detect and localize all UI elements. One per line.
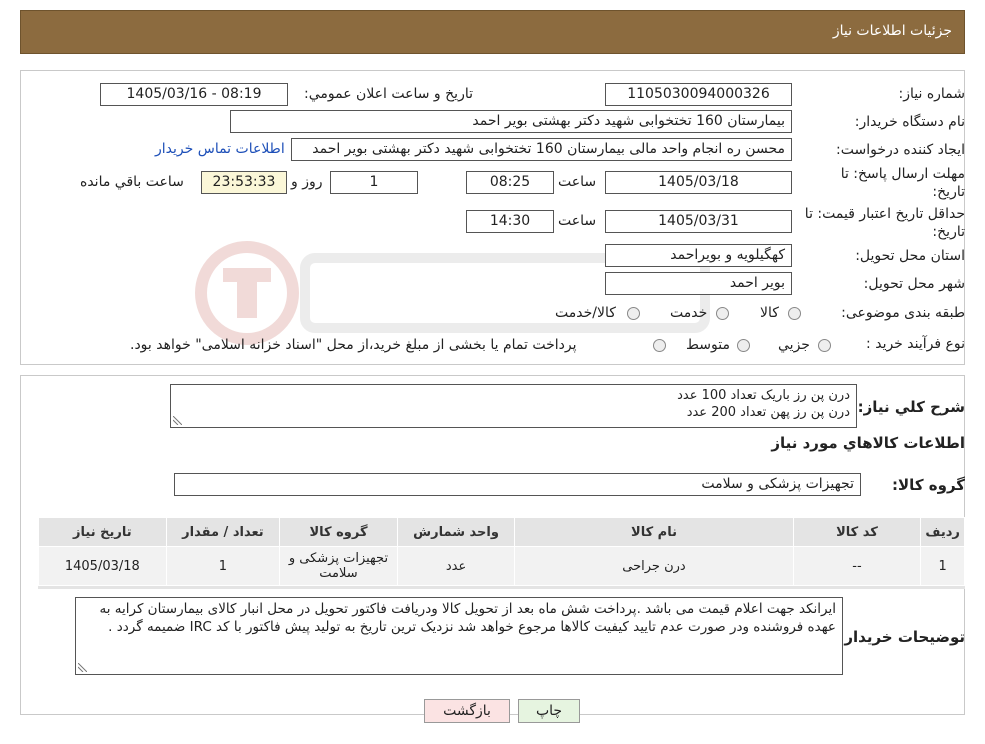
purchase-option-minor: جزيي [778,337,810,353]
category-label: طبقه بندی موضوعی: [841,305,965,321]
cell-row-no: 1 [920,546,965,586]
announce-label: تاریخ و ساعت اعلان عمومي: [304,86,473,102]
deadline-time-field[interactable]: 08:25 [466,171,554,194]
validity-label: حداقل تاريخ اعتبار قيمت: تا [804,206,965,222]
province-field[interactable]: کهگیلویه و بویراحمد [605,244,792,267]
col-goods-group: گروه کالا [279,517,398,547]
cell-need-date: 1405/03/18 [38,546,167,586]
cell-quantity: 1 [165,546,281,586]
summary-line-1: درن پن رز باریک تعداد 100 عدد [677,388,850,403]
deadline-label-date: تاريخ: [932,184,965,200]
col-goods-name: نام کالا [514,517,794,547]
province-label: استان محل تحويل: [855,248,965,264]
print-button[interactable]: چاپ [518,699,580,723]
deadline-date-field[interactable]: 1405/03/18 [605,171,792,194]
city-label: شهر محل تحويل: [863,276,965,292]
page-title: جزئیات اطلاعات نیاز [832,23,952,39]
buyer-notes-label: توضيحات خريدار: [838,628,965,646]
remaining-label: ساعت باقي مانده [80,174,184,190]
category-option-goods: کالا [760,305,779,321]
purchase-radio-minor[interactable] [818,339,831,352]
buyer-org-field[interactable]: بیمارستان 160 تختخوابی شهید دکتر بهشتی ب… [230,110,792,133]
items-table: رديف کد کالا نام کالا واحد شمارش گروه کا… [38,517,965,586]
category-radio-service[interactable] [716,307,729,320]
buyer-notes-textarea[interactable]: ایرانکد جهت اعلام قیمت می باشد .پرداخت ش… [75,597,843,675]
category-radio-goods-service[interactable] [627,307,640,320]
col-goods-code: کد کالا [792,517,922,547]
purchase-radio-treasury[interactable] [653,339,666,352]
summary-textarea[interactable]: درن پن رز باریک تعداد 100 عدد درن پن رز … [170,384,857,428]
validity-date-field[interactable]: 1405/03/31 [605,210,792,233]
purchase-treasury-note: پرداخت تمام يا بخشی از مبلغ خريد،از محل … [130,337,577,353]
city-field[interactable]: بویر احمد [605,272,792,295]
validity-time-field[interactable]: 14:30 [466,210,554,233]
resize-handle-icon[interactable] [78,663,87,672]
col-row-no: رديف [920,517,965,547]
col-unit: واحد شمارش [396,517,516,547]
buyer-contact-link[interactable]: اطلاعات تماس خريدار [155,141,285,157]
category-option-service: خدمت [670,305,708,321]
purchase-option-medium: متوسط [686,337,730,353]
col-quantity: تعداد / مقدار [165,517,281,547]
page-header: جزئیات اطلاعات نیاز [20,10,965,54]
deadline-label: مهلت ارسال پاسخ: تا [840,166,965,182]
days-field[interactable]: 1 [330,171,418,194]
validity-time-label: ساعت [558,213,597,229]
announce-field[interactable]: 1405/03/16 - 08:19 [100,83,288,106]
category-radio-goods[interactable] [788,307,801,320]
purchase-radio-medium[interactable] [737,339,750,352]
cell-unit: عدد [396,546,516,586]
need-number-field[interactable]: 1105030094000326 [605,83,792,106]
col-need-date: تاريخ نياز [38,517,167,547]
table-row: 1 -- درن جراحی عدد تجهیزات پزشکی و سلامت… [38,546,965,586]
creator-field[interactable]: محسن ره انجام واحد مالی بیمارستان 160 تخ… [291,138,792,161]
purchase-type-label: نوع فرآيند خريد : [866,336,965,352]
summary-label: شرح کلي نياز: [857,398,965,416]
back-button[interactable]: بازگشت [424,699,510,723]
items-table-frame: رديف کد کالا نام کالا واحد شمارش گروه کا… [38,517,965,589]
goods-group-field[interactable]: تجهیزات پزشکی و سلامت [174,473,861,496]
days-label: روز و [291,174,323,190]
creator-label: ايجاد کننده درخواست: [836,142,965,158]
cell-goods-code: -- [792,546,922,586]
validity-label-date: تاريخ: [932,224,965,240]
summary-line-2: درن پن رز پهن تعداد 200 عدد [686,405,850,420]
category-option-goods-service: کالا/خدمت [555,305,616,321]
remaining-time-field: 23:53:33 [201,171,287,194]
need-number-label: شماره نیاز: [898,86,966,102]
buyer-org-label: نام دستگاه خريدار: [854,114,965,130]
deadline-time-label: ساعت [558,174,597,190]
resize-handle-icon[interactable] [173,416,182,425]
cell-goods-name: درن جراحی [514,546,794,586]
goods-info-title: اطلاعات کالاهاي مورد نياز [771,434,965,452]
goods-group-label: گروه کالا: [892,476,965,494]
table-header-row: رديف کد کالا نام کالا واحد شمارش گروه کا… [38,517,965,547]
buyer-notes-text: ایرانکد جهت اعلام قیمت می باشد .پرداخت ش… [99,601,836,635]
cell-goods-group: تجهیزات پزشکی و سلامت [279,546,398,586]
